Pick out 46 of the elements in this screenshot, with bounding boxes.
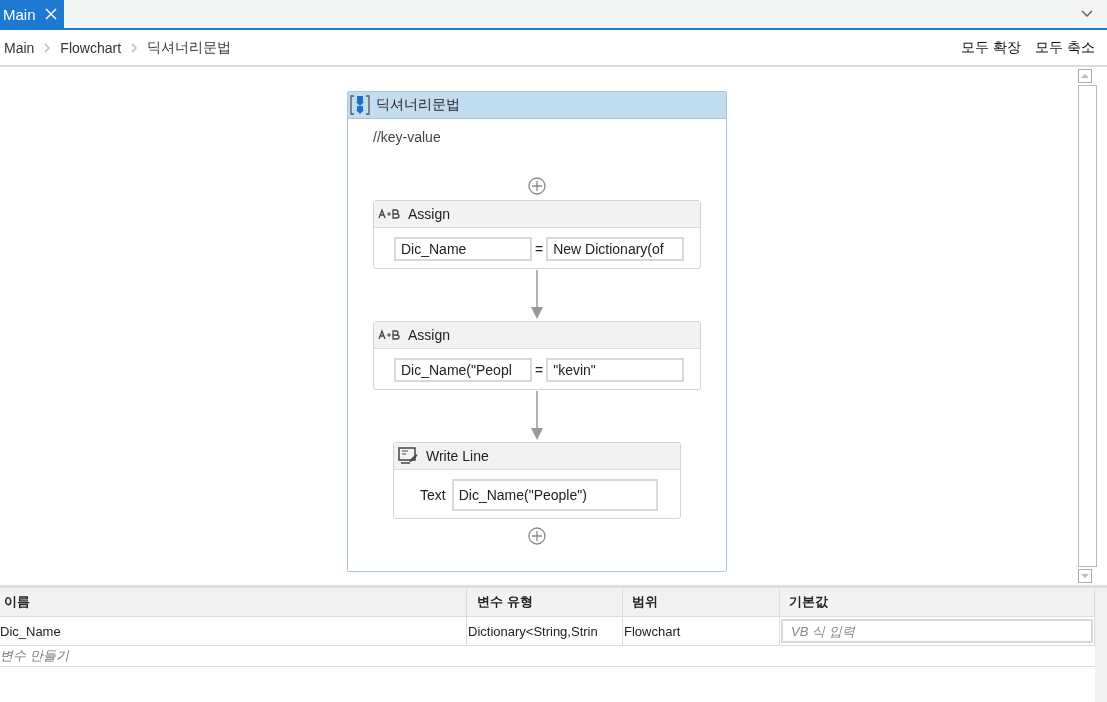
input-field[interactable]: New Dictionary(of xyxy=(546,237,685,261)
comment-text: //key-value xyxy=(373,129,441,145)
sequence-title: 딕셔너리문법 xyxy=(376,96,460,114)
monitor-pencil-icon xyxy=(398,447,418,465)
input-field[interactable]: Dic_Name("Peopl xyxy=(394,358,532,382)
arrow-connector xyxy=(531,391,543,441)
assign-activity[interactable]: Assign Dic_Name("Peopl = "kevin" xyxy=(373,321,701,390)
table-cell: Flowchart xyxy=(623,617,780,645)
header-link[interactable]: 모두 확장 xyxy=(961,38,1022,57)
sequence-icon xyxy=(350,94,370,116)
scroll-up-icon xyxy=(1078,69,1092,83)
create-variable-link[interactable]: 변수 만들기 xyxy=(0,647,69,665)
header-link[interactable]: 모두 축소 xyxy=(1035,38,1095,57)
scroll-down-icon xyxy=(1078,569,1092,583)
table-cell: Dic_Name xyxy=(0,617,467,645)
write-line-activity[interactable]: Write Line Text Dic_Name("People") xyxy=(393,442,681,519)
document-tab[interactable]: Main xyxy=(0,0,64,28)
field-label: Text xyxy=(420,487,446,503)
column-header: 이름 xyxy=(0,588,467,616)
close-icon xyxy=(43,7,58,21)
input-field[interactable]: VB 식 입력 xyxy=(781,619,1093,643)
chevron-right-icon xyxy=(43,42,52,53)
activity-title: Assign xyxy=(408,327,451,343)
input-field[interactable]: "kevin" xyxy=(546,358,685,382)
chevron-down-icon[interactable] xyxy=(1081,10,1093,18)
assign-icon xyxy=(378,208,400,220)
column-header: 범위 xyxy=(623,588,780,616)
add-icon[interactable] xyxy=(528,177,546,195)
input-field[interactable]: Dic_Name xyxy=(394,237,532,261)
equals-sign: = xyxy=(535,241,544,257)
add-icon[interactable] xyxy=(528,527,546,545)
assign-icon xyxy=(378,329,400,341)
breadcrumb-link[interactable]: 딕셔너리문법 xyxy=(147,38,232,57)
input-field[interactable]: Dic_Name("People") xyxy=(451,479,658,511)
arrow-connector xyxy=(531,270,543,320)
column-header: 변수 유형 xyxy=(467,588,623,616)
breadcrumb-link[interactable]: Flowchart xyxy=(60,39,122,56)
chevron-right-icon xyxy=(130,42,139,53)
table-cell: Dictionary<String,Strin xyxy=(467,617,623,645)
activity-title: Write Line xyxy=(426,448,489,464)
assign-activity[interactable]: Assign Dic_Name = New Dictionary(of xyxy=(373,200,701,269)
column-header: 기본값 xyxy=(780,588,1095,616)
activity-title: Assign xyxy=(408,206,451,222)
breadcrumb-link[interactable]: Main xyxy=(4,39,35,56)
vertical-scrollbar[interactable] xyxy=(1078,69,1097,583)
equals-sign: = xyxy=(535,362,544,378)
